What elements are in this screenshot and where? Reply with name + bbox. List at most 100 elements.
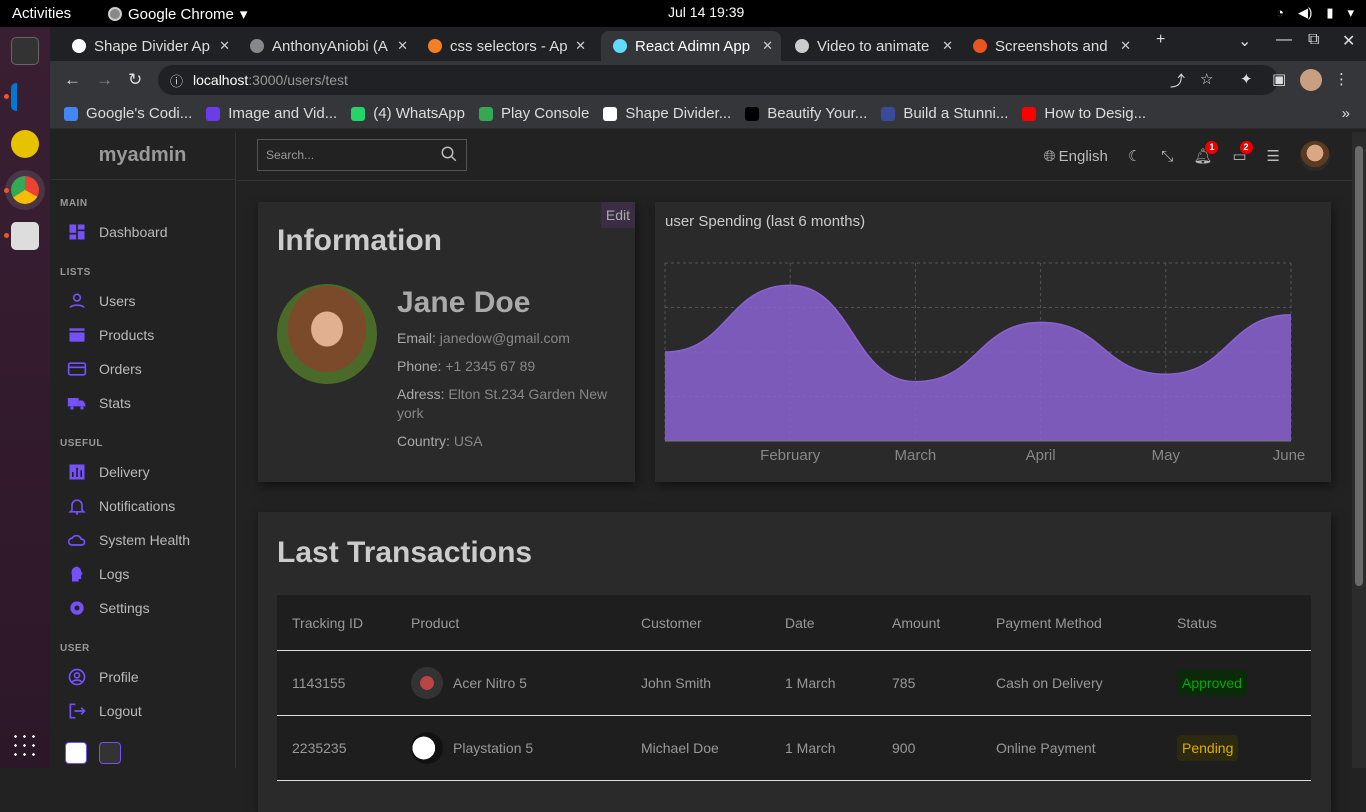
messages-icon[interactable]: ▭ 2 — [1232, 141, 1253, 165]
user-name: Jane Doe — [397, 286, 531, 319]
sidebar-item-orders[interactable]: Orders — [50, 352, 235, 386]
sidebar-item-logout[interactable]: Logout — [50, 694, 235, 728]
extensions-icon[interactable]: ✦ — [1240, 70, 1253, 88]
user-avatar[interactable] — [1300, 141, 1330, 171]
sidebar-item-system-health[interactable]: System Health — [50, 523, 235, 557]
clock[interactable]: Jul 14 19:39 — [668, 4, 744, 20]
reload-button[interactable]: ↻ — [128, 70, 142, 90]
address-bar[interactable]: ⓘ localhost:3000/users/test — [158, 65, 1278, 95]
activities-button[interactable]: Activities — [12, 5, 71, 22]
close-icon[interactable]: ✕ — [575, 38, 586, 54]
close-icon[interactable]: ✕ — [1120, 38, 1131, 54]
scrollbar-thumb[interactable] — [1355, 146, 1363, 586]
transactions-title: Last Transactions — [277, 536, 533, 569]
back-button[interactable]: ← — [64, 70, 81, 90]
fullscreen-exit-icon[interactable]: ⤡ — [1161, 148, 1173, 165]
close-icon[interactable]: ✕ — [219, 38, 230, 54]
vscode-icon[interactable] — [11, 83, 39, 111]
terminal-icon[interactable] — [11, 37, 39, 65]
app-grid-icon[interactable] — [11, 732, 39, 760]
bookmark-favicon-icon — [351, 106, 366, 121]
list-icon[interactable]: ☰ — [1267, 147, 1280, 165]
sidebar-item-logs[interactable]: Logs — [50, 557, 235, 591]
star-icon[interactable]: ☆ — [1200, 70, 1213, 88]
bookmark-item[interactable]: Image and Vid... — [206, 105, 337, 122]
sidebar-item-delivery[interactable]: Delivery — [50, 455, 235, 489]
bookmark-label: Build a Stunni... — [903, 105, 1009, 122]
tab-screenshots[interactable]: Screenshots and ✕ — [961, 31, 1139, 61]
payment-method: Cash on Delivery — [996, 675, 1103, 691]
bookmark-item[interactable]: Google's Codi... — [64, 105, 192, 122]
sidebar-item-settings[interactable]: Settings — [50, 591, 235, 625]
close-icon[interactable]: ✕ — [762, 38, 773, 54]
wifi-icon: ◔ — [1276, 5, 1284, 20]
bookmark-favicon-icon — [745, 106, 760, 121]
bookmark-item[interactable]: Play Console — [478, 105, 589, 122]
bookmark-item[interactable]: Shape Divider... — [603, 105, 731, 122]
bookmark-item[interactable]: Build a Stunni... — [881, 105, 1008, 122]
app-menu[interactable]: Google Chrome ▾ — [108, 5, 247, 23]
header-amount[interactable]: Amount — [892, 615, 996, 631]
tab-shape-divider[interactable]: Shape Divider Ap ✕ — [60, 31, 238, 61]
language-selector[interactable]: 🌐︎ English — [1044, 148, 1108, 165]
tab-label: AnthonyAniobi (A — [272, 37, 388, 55]
header-payment-method[interactable]: Payment Method — [996, 615, 1177, 631]
sidebar-item-profile[interactable]: Profile — [50, 660, 235, 694]
edit-button[interactable]: Edit — [600, 202, 635, 228]
sidebar-item-products[interactable]: Products — [50, 318, 235, 352]
tab-video[interactable]: Video to animate ✕ — [783, 31, 961, 61]
dark-mode-icon[interactable]: ☾ — [1128, 147, 1141, 165]
tab-github[interactable]: AnthonyAniobi (A ✕ — [238, 31, 416, 61]
bookmark-item[interactable]: Beautify Your... — [745, 105, 867, 122]
system-tray[interactable]: ◔ ◀) ▮ ▾ — [1276, 5, 1354, 21]
page-scrollbar[interactable] — [1352, 132, 1366, 768]
header-status[interactable]: Status — [1177, 615, 1311, 631]
sidebar-item-notifications[interactable]: Notifications — [50, 489, 235, 523]
sidepanel-icon[interactable]: ▣ — [1272, 70, 1286, 88]
sidebar-item-label: Profile — [99, 669, 139, 685]
globe-icon: 🌐︎ — [1043, 147, 1056, 165]
sidebar-nav: MAIN Dashboard LISTS Users Products Orders Sta… — [50, 198, 235, 728]
app-logo[interactable]: myadmin — [50, 132, 235, 180]
tab-react-admin[interactable]: React Adimn App ✕ — [601, 31, 781, 61]
header-customer[interactable]: Customer — [641, 615, 785, 631]
chrome-dock-icon[interactable] — [11, 176, 39, 204]
header-tracking-id[interactable]: Tracking ID — [277, 615, 411, 631]
light-theme-option[interactable] — [65, 742, 87, 764]
info-icon[interactable]: ⓘ — [170, 71, 183, 90]
sidebar-item-users[interactable]: Users — [50, 284, 235, 318]
close-icon[interactable]: ✕ — [397, 38, 408, 54]
menu-icon[interactable]: ⋮ — [1334, 70, 1349, 88]
header-date[interactable]: Date — [785, 615, 892, 631]
dark-theme-option[interactable] — [99, 742, 121, 764]
tab-search-button[interactable]: ⌄ — [1238, 31, 1251, 51]
information-title: Information — [277, 224, 442, 257]
header-product[interactable]: Product — [411, 615, 641, 631]
new-tab-button[interactable]: + — [1156, 31, 1165, 49]
tab-css-selectors[interactable]: css selectors - Ap ✕ — [416, 31, 594, 61]
window-close-button[interactable]: ✕ — [1342, 31, 1355, 51]
search-icon[interactable] — [440, 145, 458, 166]
sidebar-item-label: Notifications — [99, 498, 176, 514]
sidebar-item-dashboard[interactable]: Dashboard — [50, 215, 235, 249]
running-indicator — [4, 233, 9, 238]
rhythmbox-icon[interactable] — [11, 130, 39, 158]
profile-avatar[interactable] — [1300, 69, 1322, 91]
files-icon[interactable] — [11, 222, 39, 250]
table-row[interactable]: 2235235 Playstation 5 Michael Doe 1 Marc… — [277, 716, 1311, 781]
table-row[interactable]: 1143155 Acer Nitro 5 John Smith 1 March … — [277, 651, 1311, 716]
bookmark-item[interactable]: How to Desig... — [1022, 105, 1146, 122]
close-icon[interactable]: ✕ — [942, 38, 953, 54]
forward-button[interactable]: → — [96, 70, 113, 90]
notifications-icon[interactable]: 🔔︎ 1 — [1193, 141, 1219, 165]
product-cell: Acer Nitro 5 — [411, 667, 641, 699]
maximize-button[interactable]: ⧉ — [1308, 31, 1319, 49]
battery-icon: ▮ — [1326, 5, 1334, 20]
area-series — [665, 285, 1291, 441]
share-icon[interactable]: ⤴ — [1170, 70, 1185, 91]
minimize-button[interactable]: — — [1276, 31, 1292, 49]
sidebar-item-stats[interactable]: Stats — [50, 386, 235, 420]
search-input[interactable]: Search... — [257, 139, 467, 171]
bookmark-item[interactable]: (4) WhatsApp — [351, 105, 465, 122]
bookmarks-overflow-icon[interactable]: » — [1342, 105, 1350, 122]
